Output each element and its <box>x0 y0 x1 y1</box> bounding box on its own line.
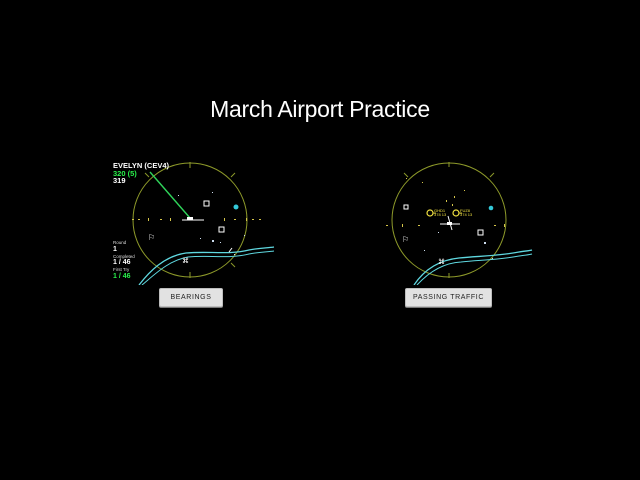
scatter-dots <box>178 192 245 261</box>
beacon-marker <box>488 205 494 211</box>
score-panel: Round 1 Completed 1 / 46 First Try 1 / 4… <box>113 240 135 280</box>
aircraft-icon <box>447 222 452 225</box>
traffic-data: 374 13 <box>460 212 473 218</box>
traffic-label-1: GHD1 378 13 <box>434 208 447 218</box>
page-title: March Airport Practice <box>210 96 430 122</box>
town-marker-icon: ⌘ <box>438 258 445 266</box>
passing-traffic-button[interactable]: PASSING TRAFFIC <box>405 288 492 307</box>
traffic-target <box>426 209 434 217</box>
waypoint-marker <box>477 229 484 236</box>
traffic-label-2: FUZ8 374 13 <box>460 208 473 218</box>
scatter-dots <box>424 232 493 259</box>
airfield-flag-icon: ⚐ <box>148 233 155 242</box>
aircraft-info: EVELYN (CEV4) 320 (5) 319 <box>113 162 169 185</box>
aircraft-altitude: 319 <box>113 176 126 185</box>
river-path <box>413 249 533 285</box>
aircraft-icon <box>187 217 193 220</box>
traffic-target <box>452 209 460 217</box>
first-try-value: 1 / 46 <box>113 272 131 280</box>
completed-value: 1 / 46 <box>113 259 131 266</box>
town-marker-icon: ⌘ <box>182 257 189 265</box>
beacon-marker <box>233 204 239 210</box>
traffic-data: 378 13 <box>434 212 447 218</box>
bearings-button[interactable]: BEARINGS <box>159 288 223 307</box>
round-value: 1 <box>113 245 117 253</box>
passing-traffic-radar-scope[interactable]: ⚐ ⌘ <box>384 160 534 285</box>
waypoint-marker <box>218 226 225 233</box>
waypoint-marker <box>203 200 210 207</box>
airfield-flag-icon: ⚐ <box>402 235 409 244</box>
waypoint-marker <box>403 204 409 210</box>
